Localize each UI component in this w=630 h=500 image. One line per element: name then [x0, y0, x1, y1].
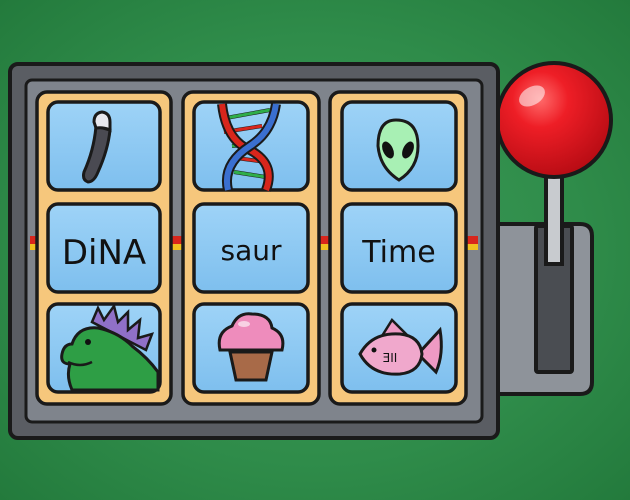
reel-3-word: Time [361, 235, 435, 270]
reel-3-middle-tile: Time [340, 202, 458, 294]
lever-stick[interactable] [544, 170, 564, 266]
reel-2: saur [181, 90, 321, 406]
reel-1-top-tile [46, 100, 162, 192]
reel-2-middle-tile: saur [192, 202, 310, 294]
lever-knob[interactable] [495, 61, 613, 179]
reel-3-top-tile [340, 100, 458, 192]
lever-housing [486, 222, 594, 396]
reel-1: DiNA [35, 90, 173, 406]
reel-3: Time ƎII [328, 90, 468, 406]
reel-2-bottom-tile [192, 302, 310, 394]
reel-1-middle-tile: DiNA [46, 202, 162, 294]
reel-1-bottom-tile [46, 302, 162, 394]
reel-2-top-tile [192, 100, 310, 192]
reel-1-word: DiNA [62, 233, 146, 273]
slot-machine-scene: DiNA saur Time ƎII [8, 61, 613, 440]
reel-2-word: saur [220, 234, 281, 267]
fish-mark: ƎII [383, 351, 398, 365]
reel-3-bottom-tile: ƎII [340, 302, 458, 394]
